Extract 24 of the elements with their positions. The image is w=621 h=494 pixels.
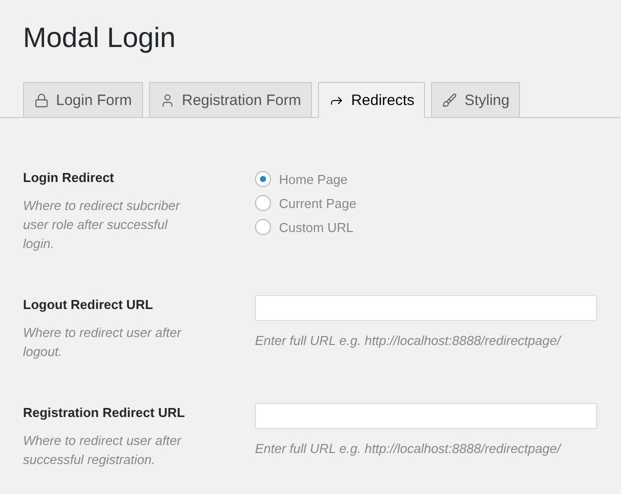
user-icon [160,92,175,108]
lock-icon [34,92,49,108]
setting-label: Login Redirect [23,170,116,185]
tab[interactable]: Styling [431,82,520,118]
tab[interactable]: Login Form [23,82,143,118]
radio-button[interactable] [255,171,271,187]
radio-label[interactable]: Home Page [279,172,348,186]
setting-description: Where to redirect user after logout. [23,324,182,361]
setting-description: Where to redirect subcriber user role after successful login. [23,197,182,253]
tab[interactable]: Registration Form [148,82,312,118]
tab[interactable]: Redirects [318,82,426,118]
setting-description: Where to redirect user after successful registration. [23,432,182,469]
field-hint: Enter full URL e.g. http://localhost:8888/redirectpage/ [255,440,562,456]
url-field[interactable] [255,294,597,320]
setting-label: Registration Redirect URL [23,405,186,420]
setting-label: Logout Redirect URL [23,297,154,312]
radio-button[interactable] [255,219,271,235]
url-field[interactable] [255,402,597,428]
brush-icon [442,92,458,108]
radio-button[interactable] [255,195,271,211]
page-title: Modal Login [23,21,177,55]
radio-label[interactable]: Current Page [279,196,356,210]
field-hint: Enter full URL e.g. http://localhost:8888/redirectpage/ [255,332,562,348]
radio-label[interactable]: Custom URL [279,220,354,234]
